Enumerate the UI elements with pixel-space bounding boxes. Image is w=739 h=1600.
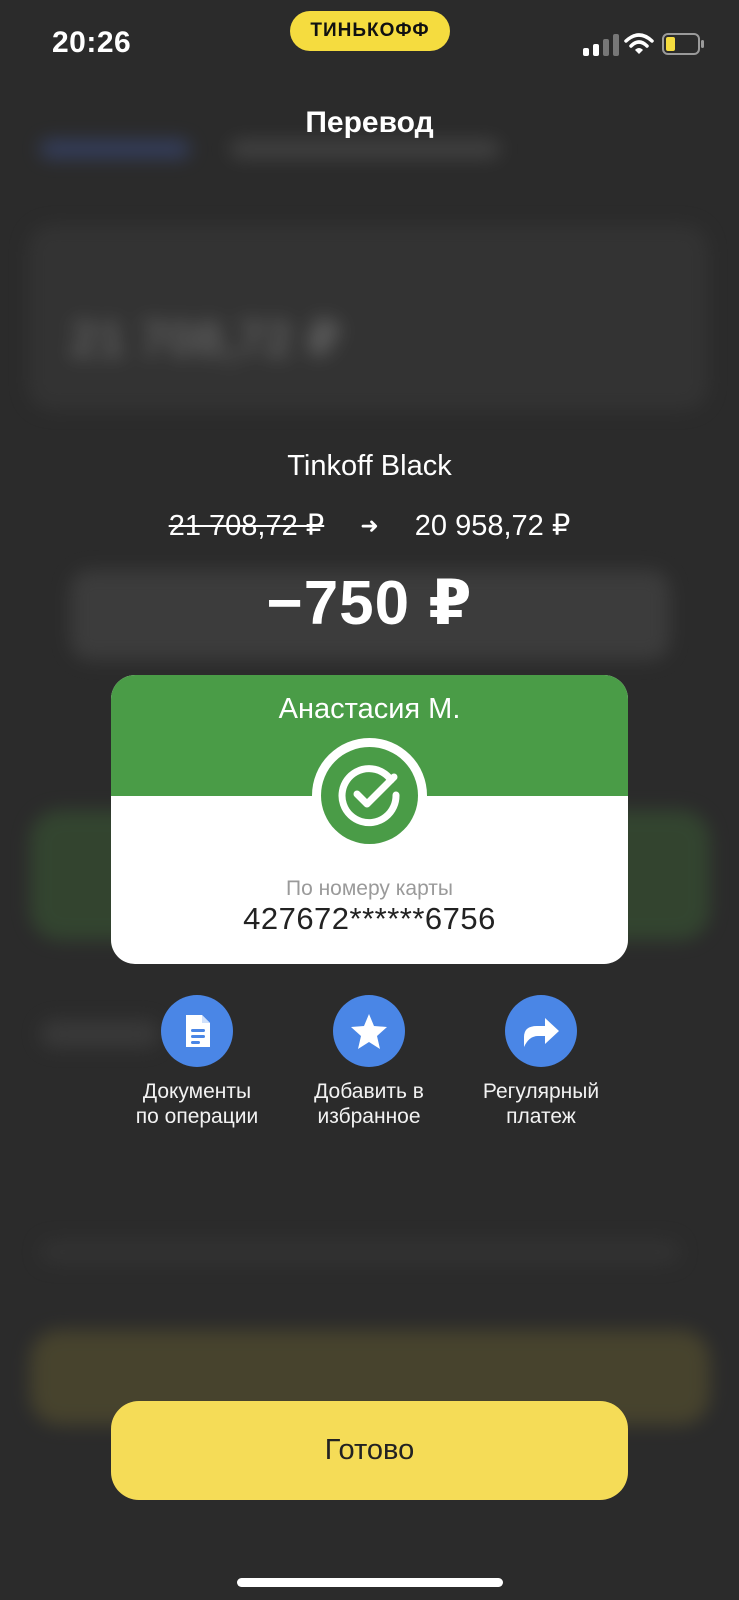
bg-row: [40, 1240, 680, 1264]
transfer-amount: −750 ₽: [266, 569, 473, 638]
bg-card: [28, 225, 708, 410]
balance-change: 21 708,72 ₽ ➜ 20 958,72 ₽: [0, 508, 739, 543]
add-favorite-label: Добавить в избранное: [314, 1080, 424, 1128]
battery-low-icon: [662, 33, 704, 55]
bg-tab: [40, 140, 190, 158]
balance-after: 20 958,72 ₽: [414, 510, 571, 542]
regular-payment-button[interactable]: Регулярный платеж: [456, 995, 626, 1129]
page-title: Перевод: [305, 106, 434, 139]
arrow-right-icon: ➜: [360, 513, 379, 538]
documents-label: Документы по операции: [135, 1080, 259, 1128]
success-check-icon: [312, 738, 427, 853]
share-arrow-icon: [505, 995, 577, 1067]
regular-payment-label: Регулярный платеж: [482, 1080, 600, 1128]
card-number: 427672******6756: [243, 901, 496, 936]
recipient-name: Анастасия М.: [278, 693, 461, 725]
wifi-icon: [624, 32, 654, 56]
recipient-card: Анастасия М. По номеру карты 427672*****…: [111, 675, 628, 964]
brand-badge: ТИНЬКОФФ: [290, 11, 450, 51]
cellular-signal-icon: [583, 34, 619, 56]
bg-amount: 21 708,72 ₽: [70, 311, 342, 367]
account-name: Tinkoff Black: [287, 450, 452, 482]
payment-method-label: По номеру карты: [285, 877, 454, 900]
bg-tab: [230, 140, 500, 158]
star-icon: [333, 995, 405, 1067]
done-button[interactable]: Готово: [111, 1401, 628, 1500]
add-favorite-button[interactable]: Добавить в избранное: [284, 995, 454, 1129]
balance-before: 21 708,72 ₽: [168, 510, 325, 542]
document-icon: [161, 995, 233, 1067]
home-indicator[interactable]: [237, 1578, 503, 1587]
status-time: 20:26: [52, 26, 132, 59]
documents-button[interactable]: Документы по операции: [112, 995, 282, 1129]
